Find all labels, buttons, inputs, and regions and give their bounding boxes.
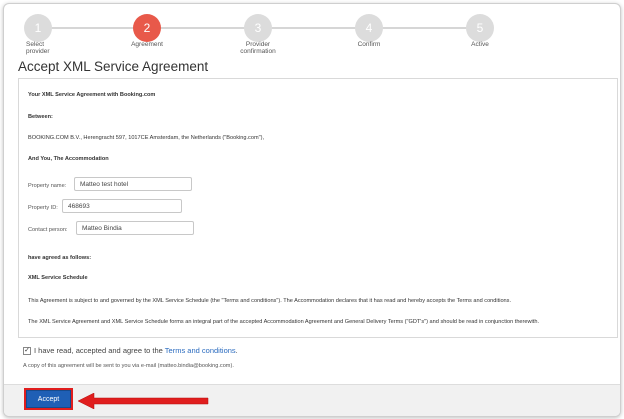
step-4-label: Confirm (349, 41, 389, 48)
property-name-label: Property name: (28, 183, 67, 189)
agreement-paragraph-1: This Agreement is subject to and governe… (28, 298, 512, 304)
step-1-label-line1: Select (26, 41, 45, 48)
window-frame: 1 2 3 4 5 Select provider Agreement Prov… (3, 3, 621, 417)
progress-stepper: 1 2 3 4 5 Select provider Agreement Prov… (4, 4, 620, 62)
step-4-label-line1: Confirm (357, 41, 381, 48)
consent-text-after: . (235, 346, 238, 355)
agreement-heading: Your XML Service Agreement with Booking.… (28, 92, 156, 98)
agreement-panel: Your XML Service Agreement with Booking.… (18, 78, 618, 338)
step-5-label: Active (460, 41, 500, 48)
agreed-label: have agreed as follows: (28, 255, 92, 261)
consent-text-before: I have read, accepted and agree to the (34, 346, 165, 355)
and-you-label: And You, The Accommodation (28, 156, 109, 162)
page-title: Accept XML Service Agreement (18, 59, 209, 74)
step-4-circle: 4 (355, 14, 383, 42)
consent-text: I have read, accepted and agree to the T… (34, 346, 238, 355)
contact-person-field[interactable]: Matteo Bindia (76, 221, 194, 235)
accept-button[interactable]: Accept (26, 390, 71, 408)
red-arrow-icon (78, 393, 209, 409)
step-3-label-line1: Provider (245, 41, 271, 48)
step-5-label-line1: Active (471, 41, 489, 48)
between-label: Between: (28, 114, 53, 120)
step-5-circle: 5 (466, 14, 494, 42)
step-1-label: Select provider (26, 41, 49, 55)
contact-person-label: Contact person: (28, 227, 68, 233)
step-2-circle: 2 (133, 14, 161, 42)
step-2-label: Agreement (127, 41, 167, 48)
step-1-circle: 1 (24, 14, 52, 42)
property-id-label: Property ID: (28, 205, 58, 211)
party-booking: BOOKING.COM B.V., Herengracht 597, 1017C… (28, 135, 265, 141)
step-2-label-line1: Agreement (131, 41, 163, 48)
terms-checkbox[interactable]: ✓ (23, 347, 31, 355)
step-3-label-line2: confirmation (240, 48, 276, 55)
property-name-field[interactable]: Matteo test hotel (74, 177, 192, 191)
terms-link[interactable]: Terms and conditions (165, 346, 236, 355)
step-3-label: Provider confirmation (232, 41, 284, 55)
agreement-paragraph-2: The XML Service Agreement and XML Servic… (28, 319, 540, 325)
copy-note: A copy of this agreement will be sent to… (23, 363, 234, 369)
step-1-label-line2: provider (26, 48, 50, 55)
property-id-field[interactable]: 468693 (62, 199, 182, 213)
step-3-circle: 3 (244, 14, 272, 42)
schedule-heading: XML Service Schedule (28, 275, 88, 281)
